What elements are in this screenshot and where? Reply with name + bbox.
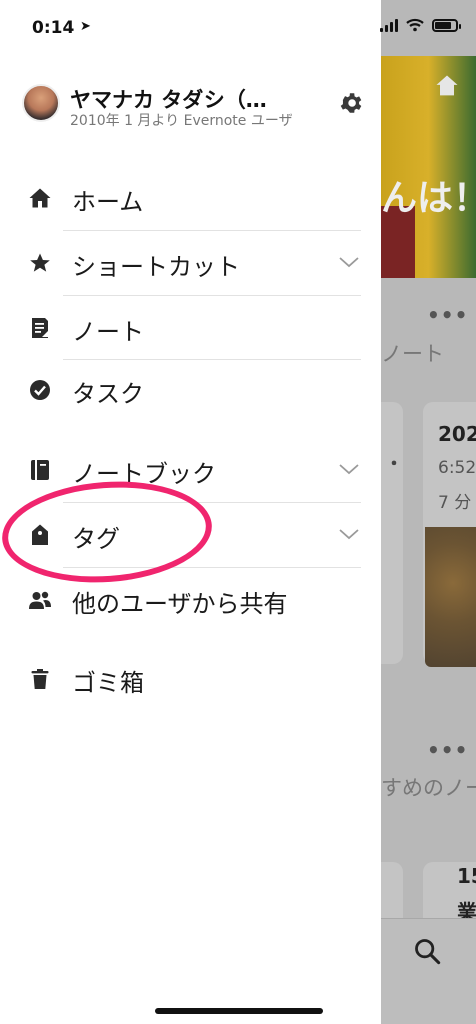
trash-icon	[31, 669, 49, 689]
menu-item-home[interactable]: ホーム	[0, 166, 381, 230]
gear-icon[interactable]	[338, 90, 364, 116]
home-edit-icon	[436, 75, 458, 96]
note-card-left: ・	[381, 402, 403, 664]
menu-item-label: ホーム	[72, 188, 144, 216]
status-bar: 0:14 ➤	[0, 0, 476, 56]
menu-item-shortcuts[interactable]: ショートカット	[0, 231, 381, 295]
menu-item-notes[interactable]: ノート	[0, 296, 381, 360]
member-since: 2010年 1 月より Evernote ユーザ	[70, 113, 293, 129]
background-app-overlay[interactable]: んは！ ••• ノート ・ 202 6:52 7 分 ••• すめのノー 15 …	[381, 0, 476, 1024]
more-icon: •••	[427, 738, 469, 762]
section-title-notes: ノート	[381, 342, 444, 366]
menu-item-label: タスク	[72, 380, 144, 408]
battery-icon	[432, 18, 461, 32]
cellular-signal-icon	[380, 18, 398, 32]
notebook-icon	[31, 460, 49, 480]
navigation-drawer: ヤマナカ タダシ（… 2010年 1 月より Evernote ユーザ ホーム …	[0, 0, 381, 1024]
star-icon	[30, 253, 50, 272]
bottom-tab-bar	[381, 918, 476, 1024]
chevron-down-icon[interactable]	[338, 255, 360, 269]
menu-item-label: ノート	[72, 318, 144, 346]
task-check-icon	[30, 380, 50, 400]
section-title-suggested: すめのノー	[381, 776, 476, 800]
note-icon	[32, 318, 48, 338]
user-name: ヤマナカ タダシ（…	[70, 88, 267, 112]
chevron-down-icon[interactable]	[338, 462, 360, 476]
profile-header[interactable]: ヤマナカ タダシ（… 2010年 1 月より Evernote ユーザ	[22, 84, 367, 148]
menu-item-trash[interactable]: ゴミ箱	[0, 647, 381, 711]
home-indicator	[155, 1008, 323, 1014]
search-icon[interactable]	[413, 937, 441, 965]
avatar[interactable]	[22, 84, 60, 122]
home-icon	[29, 188, 51, 208]
hero-greeting: んは！	[381, 178, 476, 219]
menu-item-label: ショートカット	[72, 253, 240, 281]
menu-item-label: 他のユーザから共有	[72, 590, 288, 618]
status-time: 0:14	[32, 18, 75, 38]
hero-banner: んは！	[381, 56, 476, 278]
menu-item-label: ゴミ箱	[72, 669, 144, 697]
more-icon: •••	[427, 303, 469, 327]
menu-item-tasks[interactable]: タスク	[0, 358, 381, 422]
location-arrow-icon: ➤	[80, 19, 91, 34]
chevron-down-icon[interactable]	[338, 527, 360, 541]
note-card: 202 6:52 7 分	[423, 402, 476, 667]
shared-users-icon	[29, 591, 51, 609]
note-thumbnail	[425, 527, 476, 667]
wifi-icon	[406, 18, 424, 32]
